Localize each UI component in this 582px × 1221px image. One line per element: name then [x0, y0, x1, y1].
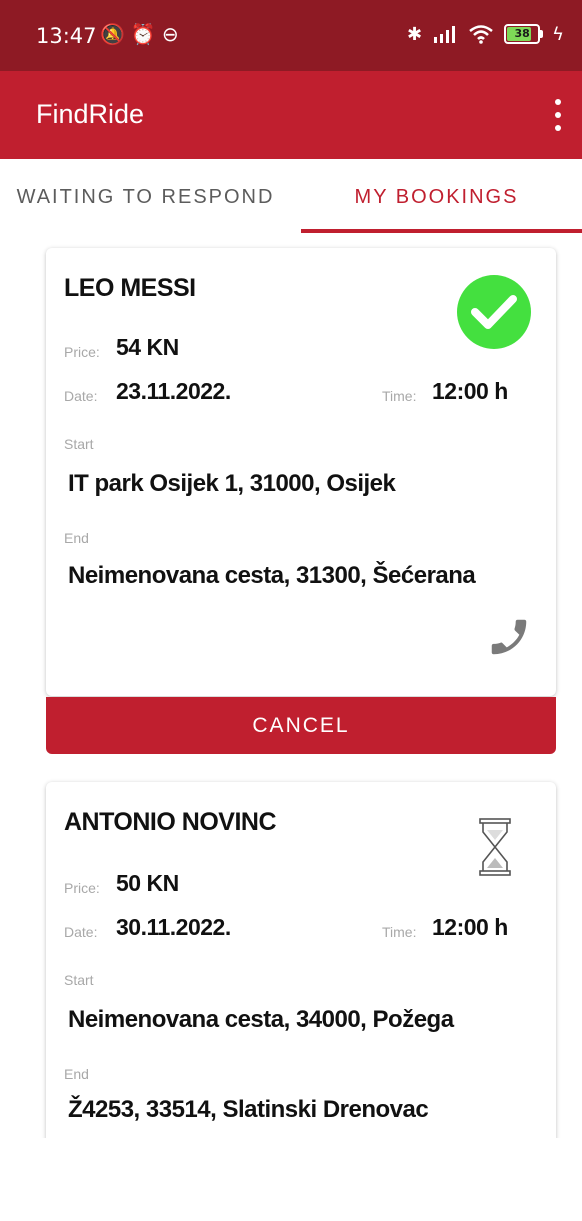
- time-value: 12:00 h: [432, 914, 508, 940]
- alarm-icon: ⏰: [130, 22, 162, 46]
- vpn-icon: ⊖: [161, 22, 185, 46]
- driver-name: LEO MESSI: [64, 274, 196, 302]
- app-bar: FindRide: [0, 71, 582, 159]
- charging-icon: ϟ: [552, 23, 564, 45]
- bluetooth-icon: ✱: [407, 23, 423, 45]
- mute-notification-icon: 🔕: [100, 22, 131, 46]
- status-icons-left: 🔕⏰⊖: [100, 22, 185, 46]
- price-value: 54 KN: [116, 334, 179, 360]
- time-label: Time:: [382, 388, 417, 404]
- battery-level: 38: [514, 27, 530, 40]
- start-address: IT park Osijek 1, 31000, Osijek: [68, 470, 396, 497]
- status-time: 13:47: [36, 24, 97, 48]
- start-label: Start: [64, 436, 94, 452]
- check-circle-icon: [457, 275, 531, 349]
- booking-card[interactable]: LEO MESSI Price: 54 KN Date: 23.11.2022.…: [46, 248, 556, 696]
- cancel-button[interactable]: CANCEL: [46, 697, 556, 754]
- tab-bar: WAITING TO RESPOND MY BOOKINGS: [0, 159, 582, 235]
- battery-icon: 38: [504, 24, 544, 44]
- hourglass-icon: [479, 818, 511, 876]
- price-label: Price:: [64, 344, 100, 360]
- end-address: Neimenovana cesta, 31300, Šećerana: [68, 562, 476, 589]
- more-vertical-icon[interactable]: [548, 99, 568, 131]
- start-label: Start: [64, 972, 94, 988]
- phone-icon[interactable]: [486, 614, 532, 660]
- app-title: FindRide: [36, 99, 145, 129]
- end-label: End: [64, 530, 89, 546]
- tab-my-bookings[interactable]: MY BOOKINGS: [291, 159, 582, 235]
- booking-card[interactable]: ANTONIO NOVINC Price: 50 KN Date: 30.11.…: [46, 782, 556, 1162]
- price-label: Price:: [64, 880, 100, 896]
- date-label: Date:: [64, 388, 98, 404]
- status-icons-right: ✱ 38 ϟ: [407, 22, 564, 46]
- date-value: 30.11.2022.: [116, 914, 231, 940]
- price-value: 50 KN: [116, 870, 179, 896]
- start-address: Neimenovana cesta, 34000, Požega: [68, 1006, 454, 1033]
- time-label: Time:: [382, 924, 417, 940]
- driver-name: ANTONIO NOVINC: [64, 808, 277, 836]
- wifi-icon: [469, 25, 493, 44]
- status-bar: 13:47 🔕⏰⊖ ✱ 38 ϟ: [0, 0, 582, 71]
- date-label: Date:: [64, 924, 98, 940]
- end-address: Ž4253, 33514, Slatinski Drenovac: [68, 1096, 429, 1123]
- tab-indicator: [301, 229, 582, 233]
- end-label: End: [64, 1066, 89, 1082]
- empty-area: [0, 1138, 582, 1221]
- time-value: 12:00 h: [432, 378, 508, 404]
- signal-icon: [434, 26, 456, 43]
- date-value: 23.11.2022.: [116, 378, 231, 404]
- tab-waiting-to-respond[interactable]: WAITING TO RESPOND: [0, 159, 291, 235]
